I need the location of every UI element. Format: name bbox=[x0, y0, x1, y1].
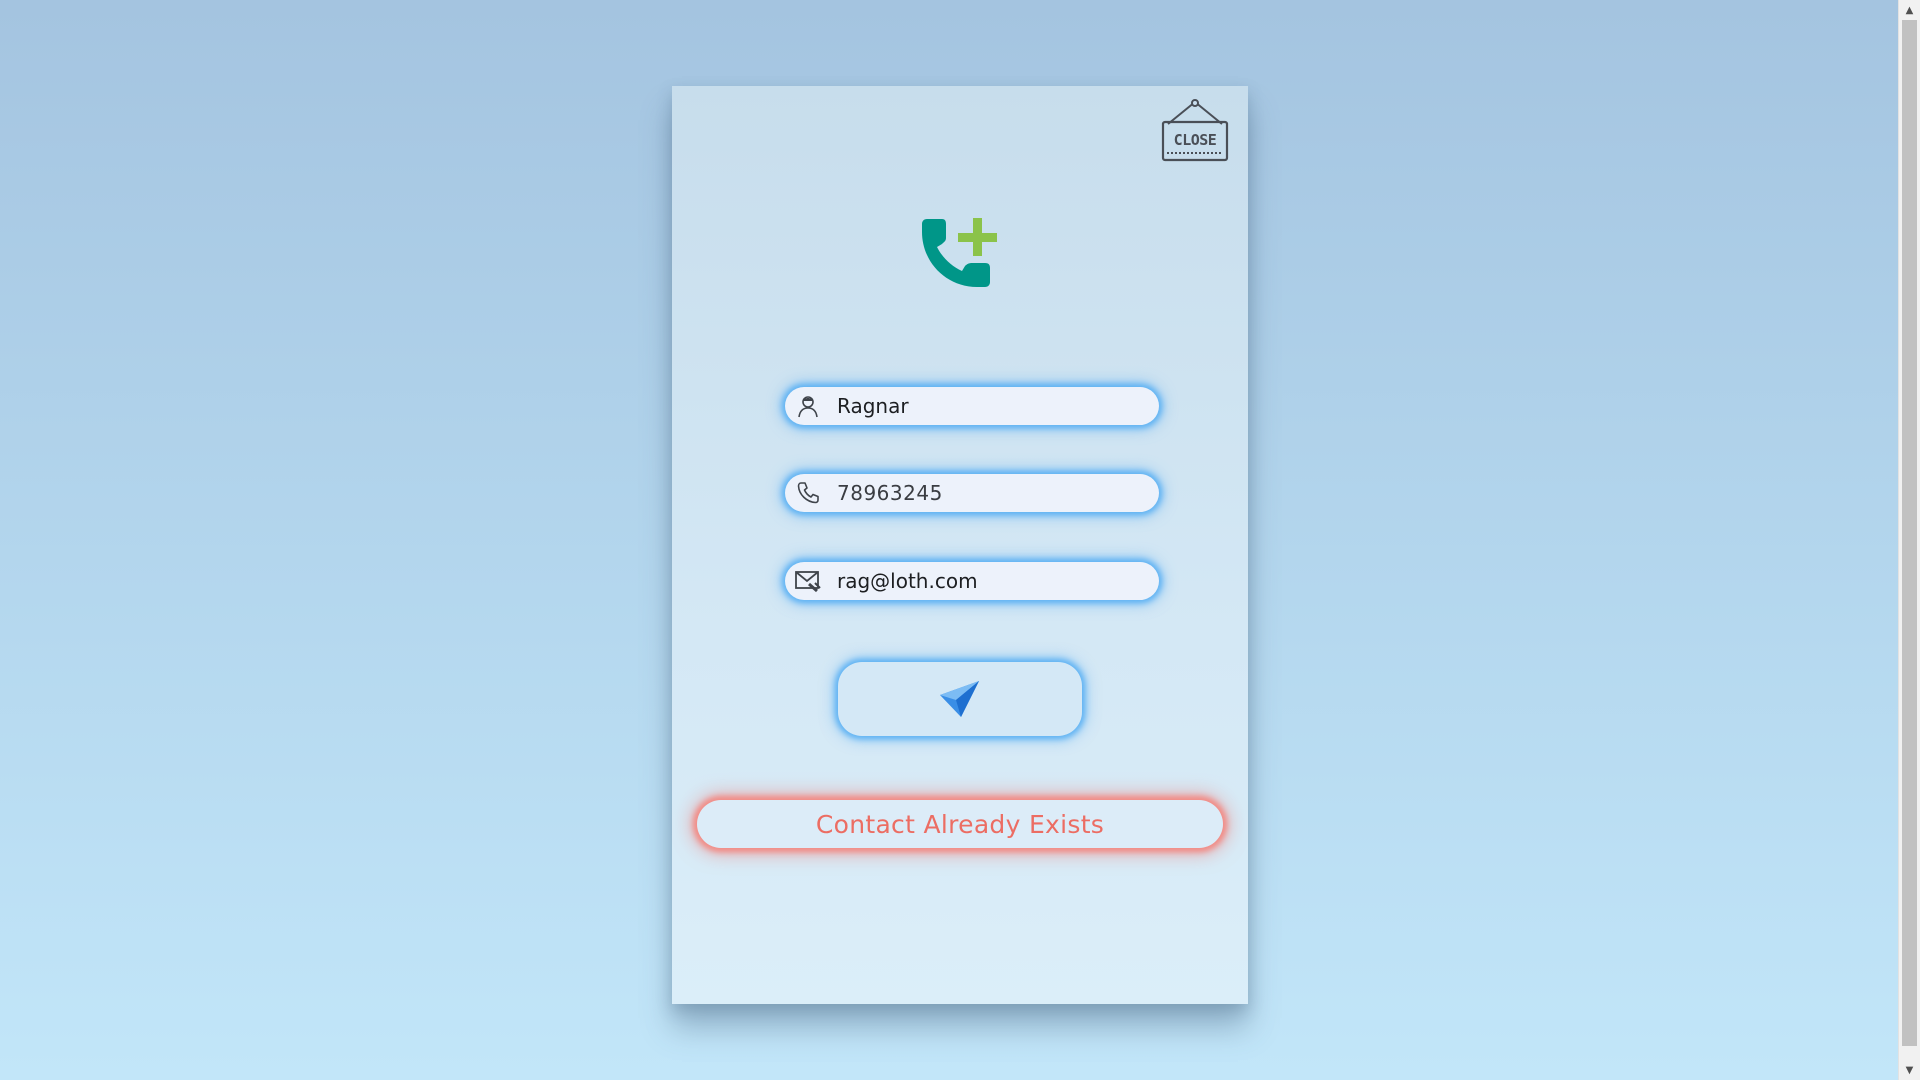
vertical-scrollbar[interactable]: ▲ ▼ bbox=[1898, 0, 1920, 1080]
phone-field[interactable] bbox=[785, 474, 1159, 512]
add-contact-card: CLOSE Ragnar 78963245 rag@loth.com Conta… bbox=[672, 86, 1248, 1004]
send-button[interactable] bbox=[838, 662, 1082, 736]
scroll-up-icon[interactable]: ▲ bbox=[1899, 0, 1920, 20]
phone-icon bbox=[795, 480, 821, 506]
user-icon bbox=[795, 393, 821, 419]
email-field[interactable] bbox=[785, 562, 1159, 600]
email-input[interactable] bbox=[837, 569, 1137, 593]
close-button[interactable]: CLOSE bbox=[1160, 98, 1230, 162]
phone-input[interactable] bbox=[837, 481, 1137, 505]
scroll-thumb[interactable] bbox=[1902, 20, 1917, 1046]
mail-icon bbox=[795, 568, 821, 594]
close-sign-icon bbox=[1161, 99, 1229, 162]
name-input[interactable] bbox=[837, 394, 1137, 418]
phone-add-icon bbox=[915, 214, 1011, 310]
error-message: Contact Already Exists bbox=[697, 800, 1223, 848]
close-label: CLOSE bbox=[1173, 131, 1217, 149]
paper-plane-icon bbox=[940, 681, 979, 717]
error-message-text: Contact Already Exists bbox=[815, 809, 1105, 839]
scroll-down-icon[interactable]: ▼ bbox=[1899, 1060, 1920, 1080]
name-field[interactable] bbox=[785, 387, 1159, 425]
